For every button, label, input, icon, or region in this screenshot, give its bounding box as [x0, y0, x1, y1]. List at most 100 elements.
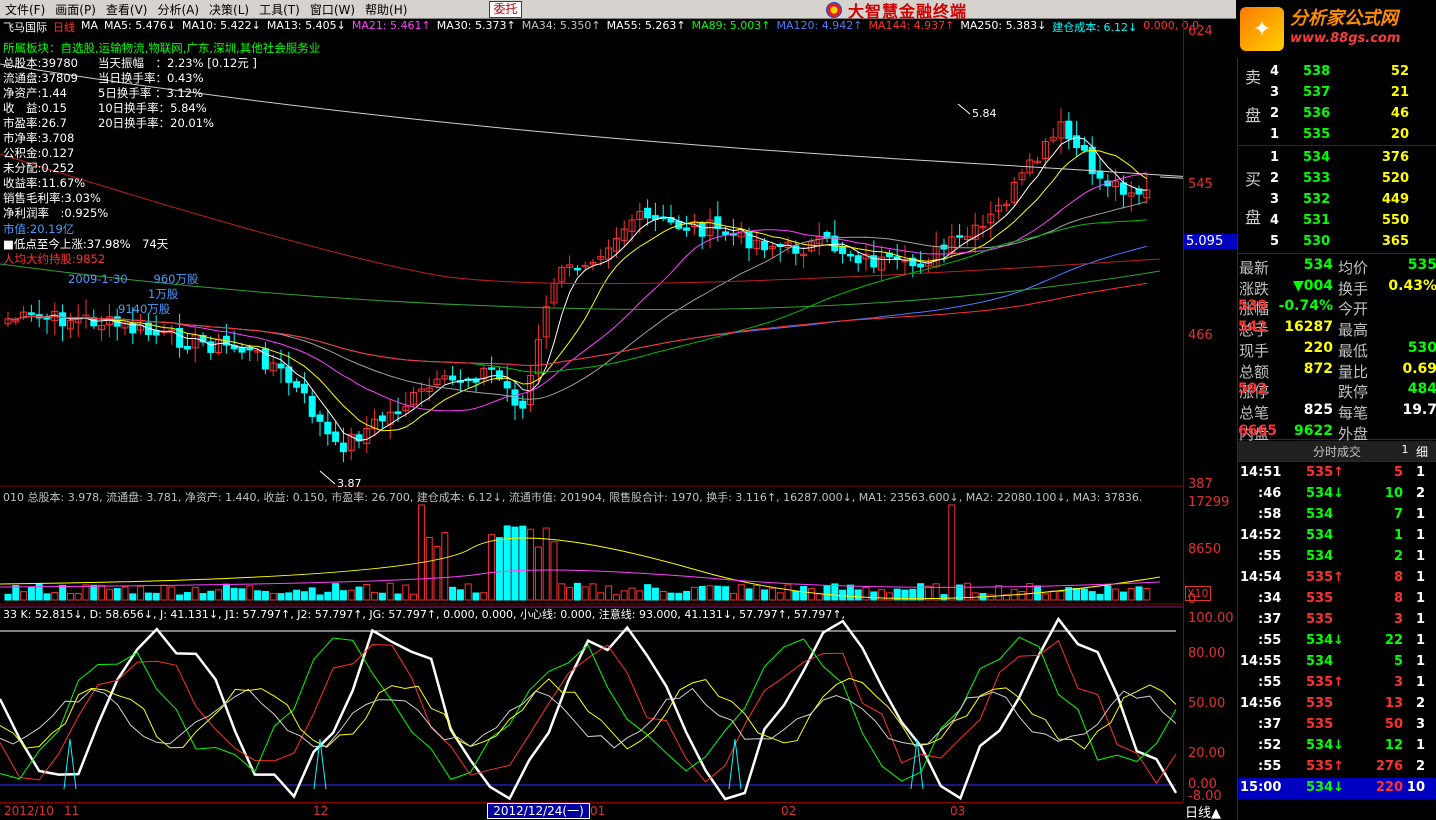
tick-row[interactable]: 14:51 535↑ 5 1 [1238, 463, 1436, 484]
buy-level-1[interactable]: 1 534 376 [1268, 148, 1436, 169]
kline-svg[interactable]: 5.843.87 [0, 19, 1239, 807]
tick-row[interactable]: 14:52 534 1 1 [1238, 526, 1436, 547]
volume-bar [363, 584, 371, 601]
volume-bar [1057, 591, 1065, 601]
volume-bar [636, 590, 644, 601]
menu-item-4[interactable]: 决策(L) [204, 1, 254, 18]
kdj-line [0, 636, 1177, 782]
quote-value: 0.69 [1402, 360, 1436, 377]
volume-bar [433, 546, 441, 601]
menu-item-2[interactable]: 查看(V) [101, 1, 153, 18]
level-volume: 21 [1390, 85, 1409, 100]
sell-level-2[interactable]: 2 536 46 [1268, 104, 1436, 125]
tick-row[interactable]: :37 535 50 3 [1238, 715, 1436, 736]
tick-row[interactable]: :55 534↓ 22 1 [1238, 631, 1436, 652]
candle-body [846, 253, 854, 257]
candle-body [59, 312, 67, 327]
candle-body [246, 347, 254, 351]
period-tab[interactable]: 日线▲ [1183, 802, 1237, 820]
candle-body [1065, 120, 1073, 140]
candle-body [722, 231, 730, 236]
volume-bar [129, 593, 137, 601]
stock-name: 飞马国际 [3, 21, 47, 34]
tick-row[interactable]: 15:00 534↓ 220 10 [1238, 778, 1436, 799]
brand-title: 大智慧金融终端 [826, 0, 967, 21]
volume-bar [144, 592, 152, 601]
tick-row[interactable]: :52 534↓ 12 1 [1238, 736, 1436, 757]
tick-row[interactable]: :55 534 2 1 [1238, 547, 1436, 568]
quote-row: 现手 220 最低 530 [1238, 339, 1436, 360]
menu-item-5[interactable]: 工具(T) [254, 1, 305, 18]
volume-bar [612, 594, 620, 601]
tick-detail-button[interactable]: 细 [1416, 443, 1428, 460]
entrust-button[interactable]: 委托 [489, 1, 522, 18]
tick-row[interactable]: 14:56 535 13 2 [1238, 694, 1436, 715]
quote-value: 484 [1407, 381, 1436, 398]
tick-volume: 220 [1375, 780, 1403, 795]
tick-price: 535 [1306, 696, 1334, 711]
volume-bar [394, 593, 402, 601]
volume-bar [98, 584, 106, 601]
volume-bar [1135, 586, 1143, 601]
menu-item-0[interactable]: 文件(F) [0, 1, 50, 18]
sell-level-3[interactable]: 3 537 21 [1268, 83, 1436, 104]
tick-row[interactable]: 14:54 535↑ 8 1 [1238, 568, 1436, 589]
buy-level-4[interactable]: 4 531 550 [1268, 211, 1436, 232]
menu-item-7[interactable]: 帮助(H) [360, 1, 412, 18]
volume-bar [651, 587, 659, 601]
fundamental-item: 市净率:3.708 [3, 131, 75, 145]
ma-value-12: 建仓成本: 6.12↓ [1052, 21, 1138, 34]
volume-bar [347, 589, 355, 601]
tick-row[interactable]: 14:55 534 5 1 [1238, 652, 1436, 673]
volume-bar [605, 585, 613, 601]
level-volume: 46 [1390, 106, 1409, 121]
tick-count: 1 [1415, 549, 1425, 564]
tick-price: 534 [1306, 528, 1334, 543]
market-value: 市值:20.19亿 [3, 222, 75, 236]
volume-bar [417, 504, 425, 601]
tick-price: 534↓ [1306, 633, 1345, 648]
buy-level-3[interactable]: 3 532 449 [1268, 190, 1436, 211]
sell-level-4[interactable]: 4 538 52 [1268, 62, 1436, 83]
quote-row: 最新 534 均价 535 [1238, 256, 1436, 277]
tick-row[interactable]: :46 534↓ 10 2 [1238, 484, 1436, 505]
holder-date: 2009-1-30 [68, 272, 128, 286]
buy-level-5[interactable]: 5 530 365 [1268, 232, 1436, 253]
candle-body [293, 381, 301, 388]
tick-count: 2 [1415, 696, 1425, 711]
tick-page-button[interactable]: 1 [1398, 443, 1412, 459]
tick-row[interactable]: :37 535 3 1 [1238, 610, 1436, 631]
volume-bar [316, 594, 324, 601]
candle-body [378, 415, 386, 422]
date-label: 11 [64, 804, 80, 818]
tick-row[interactable]: :34 535 8 1 [1238, 589, 1436, 610]
sell-level-1[interactable]: 1 535 20 [1268, 125, 1436, 146]
candle-body [316, 414, 324, 422]
tick-volume: 12 [1384, 738, 1403, 753]
volume-bar [1127, 587, 1135, 601]
quote-summary: 最新 534 均价 535 涨跌 ▼004 换手 0.43% 涨幅 -0.74% 今开 539 总手 16… [1238, 254, 1436, 443]
volume-bar [761, 589, 769, 601]
candle-body [714, 216, 722, 229]
tick-row[interactable]: :55 535↑ 3 1 [1238, 673, 1436, 694]
tick-row[interactable]: :58 534 7 1 [1238, 505, 1436, 526]
quote-value: 592 [1238, 381, 1268, 398]
menu-item-3[interactable]: 分析(A) [152, 1, 204, 18]
tick-volume: 8 [1393, 570, 1403, 585]
candle-body [394, 411, 402, 415]
volume-bar [238, 588, 246, 601]
tick-time: 14:56 [1240, 696, 1282, 711]
volume-bar [324, 591, 332, 601]
buy-level-2[interactable]: 2 533 520 [1268, 169, 1436, 190]
period-label[interactable]: 日线 [53, 19, 75, 34]
menu-item-6[interactable]: 窗口(W) [305, 1, 360, 18]
ma-value-5: MA30: 5.373↑ [436, 19, 516, 32]
volume-bar [534, 546, 542, 601]
menu-item-1[interactable]: 画面(P) [50, 1, 101, 18]
quote-value: 872 [1303, 360, 1333, 377]
kline-chart-area[interactable]: 5.84 3.87 [0, 19, 1239, 807]
tick-time: :55 [1258, 633, 1282, 648]
tick-row[interactable]: :55 535↑ 276 2 [1238, 757, 1436, 778]
volume-bar [332, 583, 340, 601]
tick-price: 535↑ [1306, 759, 1345, 774]
